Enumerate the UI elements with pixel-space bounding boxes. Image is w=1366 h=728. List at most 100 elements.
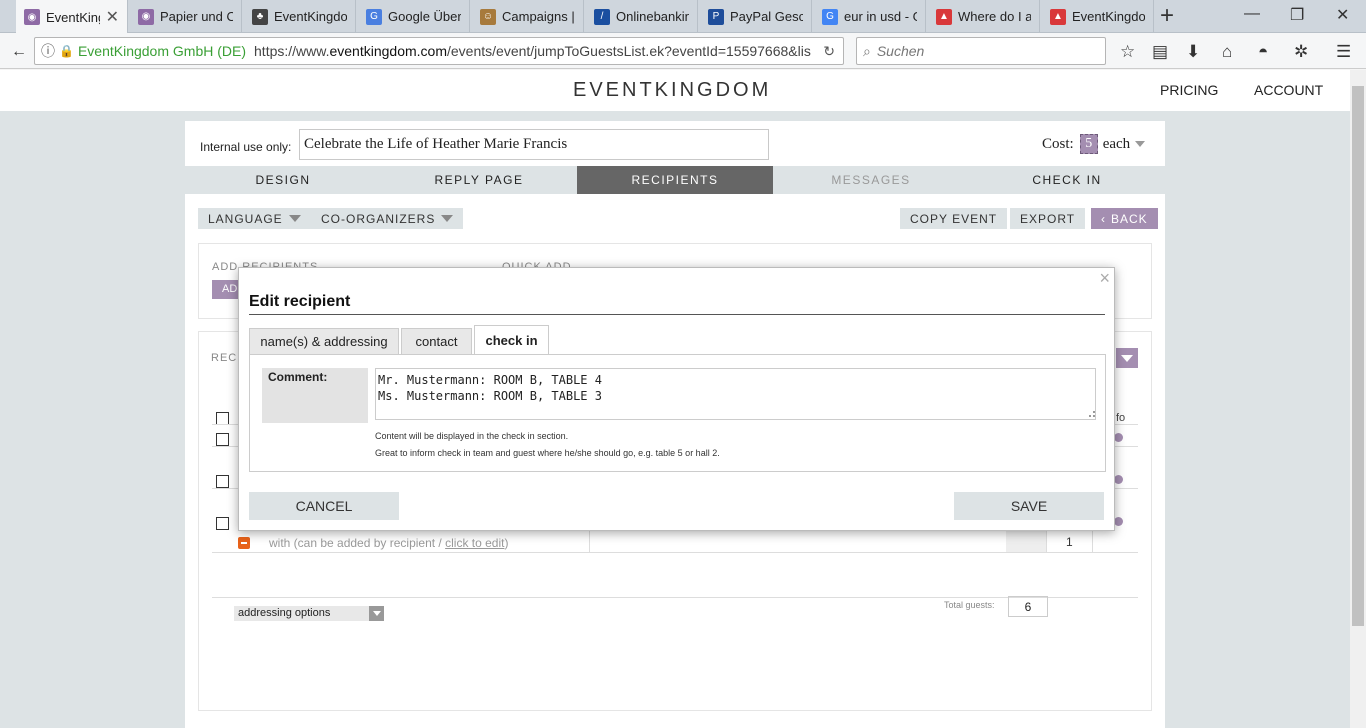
browser-tab-title: Onlinebankin bbox=[616, 9, 689, 24]
eventkingdom-favicon-icon: ◉ bbox=[24, 9, 40, 25]
cancel-button[interactable]: CANCEL bbox=[249, 492, 399, 520]
bookmark-star-icon[interactable]: ☆ bbox=[1120, 42, 1135, 62]
chevron-left-icon: ‹ bbox=[1101, 211, 1106, 226]
recipients-label: REC bbox=[211, 352, 238, 364]
language-dropdown[interactable]: LANGUAGE bbox=[198, 208, 311, 229]
google-translate-favicon-icon: G bbox=[366, 8, 382, 25]
tab-check-in[interactable]: check in bbox=[474, 325, 549, 355]
google-favicon-icon: G bbox=[822, 8, 838, 25]
tab-recipients[interactable]: RECIPIENTS bbox=[577, 166, 773, 194]
triangle-favicon-icon: ▲ bbox=[1050, 8, 1066, 25]
remove-icon[interactable] bbox=[238, 537, 250, 549]
cell-divider bbox=[589, 528, 590, 552]
chevron-down-icon bbox=[288, 215, 301, 222]
info-column-header: fo bbox=[1116, 412, 1126, 424]
info-icon[interactable] bbox=[1114, 475, 1123, 484]
home-icon[interactable]: ⌂ bbox=[1222, 42, 1232, 62]
comment-label: Comment: bbox=[262, 368, 368, 423]
browser-tab-title: Papier und Or bbox=[160, 9, 233, 24]
info-icon[interactable]: ⓘ bbox=[41, 41, 55, 61]
extension-icon[interactable]: ✲ bbox=[1294, 42, 1308, 62]
row-checkbox[interactable] bbox=[216, 433, 229, 446]
tab-check-in[interactable]: CHECK IN bbox=[969, 166, 1165, 194]
chevron-down-icon[interactable] bbox=[1135, 141, 1146, 147]
browser-tab-1[interactable]: ◉ Papier und Or bbox=[130, 0, 242, 33]
comment-textarea[interactable]: Mr. Mustermann: ROOM B, TABLE 4 Ms. Must… bbox=[375, 368, 1096, 420]
copy-event-button[interactable]: COPY EVENT bbox=[900, 208, 1008, 229]
browser-tab-8[interactable]: ▲ Where do I ad bbox=[928, 0, 1040, 33]
browser-tab-0[interactable]: ◉ EventKing ✕ bbox=[16, 0, 128, 34]
event-tabs: DESIGN REPLY PAGE RECIPIENTS MESSAGES CH… bbox=[185, 166, 1165, 194]
browser-tab-4[interactable]: ☺ Campaigns | bbox=[472, 0, 584, 33]
info-icon[interactable] bbox=[1114, 517, 1123, 526]
browser-nav-bar: ← ⓘ 🔒 EventKingdom GmbH (DE) https://www… bbox=[0, 33, 1366, 69]
cost-unit: each bbox=[1102, 135, 1131, 152]
count-cell bbox=[1006, 528, 1046, 552]
browser-tab-title: Google Übers bbox=[388, 9, 461, 24]
site-logo[interactable]: EVENTKINGDOM bbox=[573, 79, 771, 102]
browser-tab-2[interactable]: ♣ EventKingdom bbox=[244, 0, 356, 33]
cost-label: Cost: bbox=[1042, 135, 1074, 152]
new-tab-button[interactable]: + bbox=[1160, 2, 1174, 30]
cost-display[interactable]: Cost: 5 each bbox=[1042, 134, 1146, 154]
browser-tab-6[interactable]: P PayPal Gesch bbox=[700, 0, 812, 33]
export-button[interactable]: EXPORT bbox=[1010, 208, 1086, 229]
url-bar[interactable]: ⓘ 🔒 EventKingdom GmbH (DE) https://www.e… bbox=[34, 37, 844, 65]
tree-favicon-icon: ♣ bbox=[252, 8, 268, 25]
close-window-icon[interactable]: ✕ bbox=[1336, 5, 1349, 25]
dialog-title: Edit recipient bbox=[249, 293, 351, 310]
browser-tab-9[interactable]: ▲ EventKingdom bbox=[1042, 0, 1154, 33]
nav-account[interactable]: ACCOUNT bbox=[1254, 82, 1323, 98]
info-icon[interactable] bbox=[1114, 433, 1123, 442]
internal-name-input[interactable]: Celebrate the Life of Heather Marie Fran… bbox=[299, 129, 769, 160]
chevron-down-icon[interactable] bbox=[1116, 348, 1138, 368]
nav-pricing[interactable]: PRICING bbox=[1160, 82, 1218, 98]
row-checkbox[interactable] bbox=[216, 517, 229, 530]
guest-count-value[interactable]: 1 bbox=[1066, 535, 1073, 549]
tab-reply-page[interactable]: REPLY PAGE bbox=[381, 166, 577, 194]
browser-tab-title: PayPal Gesch bbox=[730, 9, 803, 24]
close-icon[interactable]: × bbox=[1099, 268, 1110, 289]
comment-hint-1: Content will be displayed in the check i… bbox=[375, 431, 569, 441]
search-icon: ⌕ bbox=[863, 42, 871, 59]
restore-icon[interactable]: ❐ bbox=[1290, 5, 1304, 25]
eventkingdom-favicon-icon: ◉ bbox=[138, 8, 154, 25]
browser-tab-7[interactable]: G eur in usd - G bbox=[814, 0, 926, 33]
download-icon[interactable]: ⬇ bbox=[1186, 42, 1200, 62]
back-button[interactable]: ‹ BACK bbox=[1091, 208, 1158, 229]
chevron-down-icon bbox=[441, 215, 454, 222]
page-scrollbar[interactable] bbox=[1350, 70, 1366, 728]
tab-design[interactable]: DESIGN bbox=[185, 166, 381, 194]
menu-icon[interactable]: ☰ bbox=[1336, 42, 1351, 62]
reload-icon[interactable]: ↻ bbox=[823, 43, 835, 60]
reading-list-icon[interactable]: ▤ bbox=[1152, 42, 1168, 62]
browser-tab-title: eur in usd - G bbox=[844, 9, 917, 24]
row-checkbox[interactable] bbox=[216, 475, 229, 488]
paypal-favicon-icon: P bbox=[708, 8, 724, 25]
back-arrow-icon[interactable]: ← bbox=[6, 39, 32, 65]
cell-divider bbox=[1092, 528, 1093, 552]
close-tab-icon[interactable]: ✕ bbox=[100, 7, 119, 27]
minimize-icon[interactable]: — bbox=[1244, 5, 1260, 23]
pocket-icon[interactable]: ◓ bbox=[1258, 42, 1268, 62]
browser-tab-strip: ◉ EventKing ✕ ◉ Papier und Or ♣ EventKin… bbox=[0, 0, 1366, 34]
save-button[interactable]: SAVE bbox=[954, 492, 1104, 520]
comment-hint-2: Great to inform check in team and guest … bbox=[375, 448, 720, 458]
browser-tab-title: Where do I ad bbox=[958, 9, 1031, 24]
addressing-options-select[interactable]: addressing options bbox=[234, 606, 384, 621]
total-guests-value: 6 bbox=[1008, 596, 1048, 617]
chevron-down-icon bbox=[369, 606, 384, 621]
browser-tab-5[interactable]: / Onlinebankin bbox=[586, 0, 698, 33]
site-identity[interactable]: EventKingdom GmbH (DE) bbox=[78, 43, 246, 59]
click-to-edit-link[interactable]: click to edit bbox=[445, 536, 504, 550]
scrollbar-thumb[interactable] bbox=[1352, 86, 1364, 626]
browser-tab-3[interactable]: G Google Übers bbox=[358, 0, 470, 33]
tab-names-addressing[interactable]: name(s) & addressing bbox=[249, 328, 399, 355]
co-organizers-dropdown[interactable]: CO-ORGANIZERS bbox=[311, 208, 464, 229]
resize-handle-icon[interactable] bbox=[1089, 411, 1095, 417]
url-text[interactable]: https://www.eventkingdom.com/events/even… bbox=[254, 43, 815, 59]
tab-contact[interactable]: contact bbox=[401, 328, 472, 355]
bank-favicon-icon: / bbox=[594, 8, 610, 25]
search-input[interactable]: ⌕ Suchen bbox=[856, 37, 1106, 65]
row-divider bbox=[212, 597, 1138, 598]
